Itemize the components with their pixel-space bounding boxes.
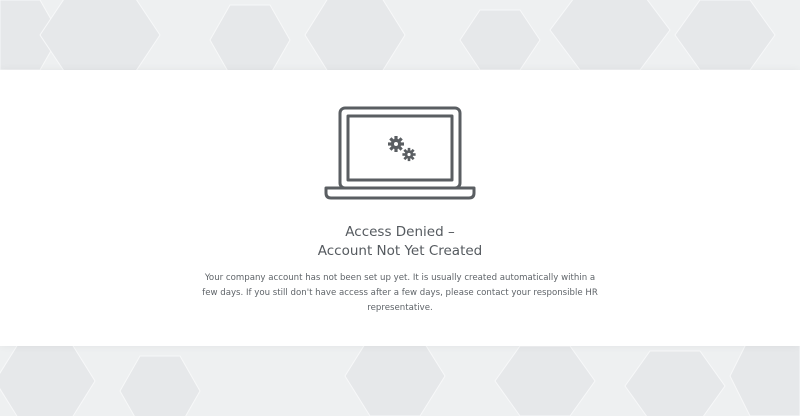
info-message: Your company account has not been set up… xyxy=(202,273,598,313)
page-title: Access Denied – Account Not Yet Created xyxy=(0,223,800,261)
laptop-icon xyxy=(324,106,476,206)
title-line-2: Account Not Yet Created xyxy=(317,243,483,259)
gears-icon xyxy=(388,136,416,162)
title-line-1: Access Denied – xyxy=(345,224,455,240)
background-pattern-top xyxy=(0,0,800,70)
access-denied-panel: Access Denied – Account Not Yet Created … xyxy=(0,70,800,346)
background-pattern-bottom xyxy=(0,346,800,416)
